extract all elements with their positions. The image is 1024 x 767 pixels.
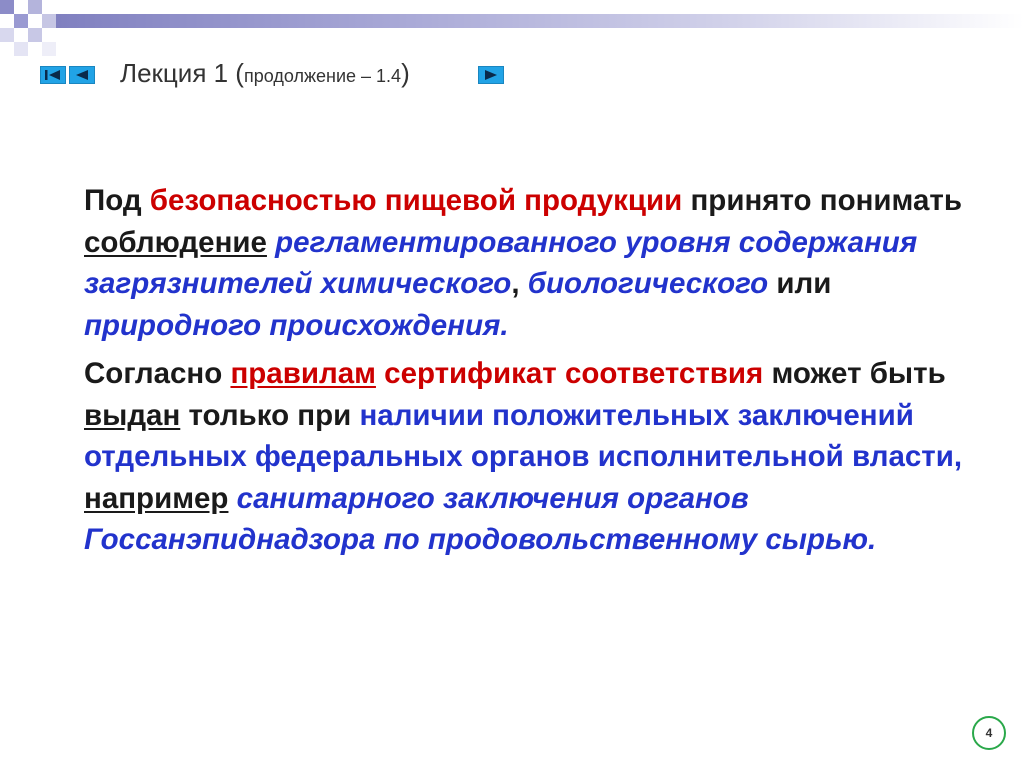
underlined-term: выдан — [84, 398, 181, 432]
decor-square — [14, 14, 28, 28]
text-span: принято понимать — [682, 184, 962, 217]
text-span: или — [768, 267, 832, 300]
title-subtitle: продолжение – 1.4 — [243, 66, 402, 86]
text-span — [376, 357, 384, 390]
title-close: ) — [401, 58, 410, 88]
text-span — [267, 226, 275, 259]
underlined-term: например — [84, 481, 229, 515]
paragraph-certificate: Согласно правилам сертификат соответстви… — [84, 353, 964, 561]
text-span: только при — [180, 398, 360, 432]
decor-square — [14, 42, 28, 56]
slide-title: Лекция 1 (продолжение – 1.4) — [120, 58, 410, 89]
decor-square — [42, 14, 56, 28]
term-food-safety: безопасностью пищевой продукции — [149, 184, 683, 217]
nav-previous-button[interactable] — [69, 66, 95, 84]
title-main: Лекция 1 ( — [120, 58, 244, 88]
next-arrow-icon — [485, 70, 497, 80]
term-certificate: сертификат соответствия — [384, 357, 764, 390]
page-number: 4 — [985, 726, 993, 740]
text-span: , — [511, 267, 528, 300]
text-span — [228, 482, 236, 515]
text-span: Под — [84, 184, 150, 217]
skip-to-first-icon — [45, 70, 60, 80]
decor-square — [28, 28, 42, 42]
decor-square — [0, 28, 14, 42]
text-span: Согласно — [84, 357, 231, 390]
decor-square — [42, 42, 56, 56]
previous-arrow-icon — [76, 70, 88, 80]
italic-term: биологического — [527, 267, 769, 300]
underlined-term: правилам — [230, 357, 376, 390]
page-number-badge: 4 — [972, 716, 1006, 750]
text-span: может быть — [763, 357, 946, 390]
nav-first-button[interactable] — [40, 66, 66, 84]
underlined-term: соблюдение — [84, 225, 267, 259]
italic-term: природного происхождения. — [84, 308, 509, 342]
slide-body: Под безопасностью пищевой продукции прин… — [84, 180, 964, 568]
paragraph-food-safety: Под безопасностью пищевой продукции прин… — [84, 180, 964, 346]
nav-next-button[interactable] — [478, 66, 504, 84]
decor-square — [28, 0, 42, 14]
header-gradient-bar — [56, 14, 1024, 28]
decor-square — [0, 0, 14, 14]
